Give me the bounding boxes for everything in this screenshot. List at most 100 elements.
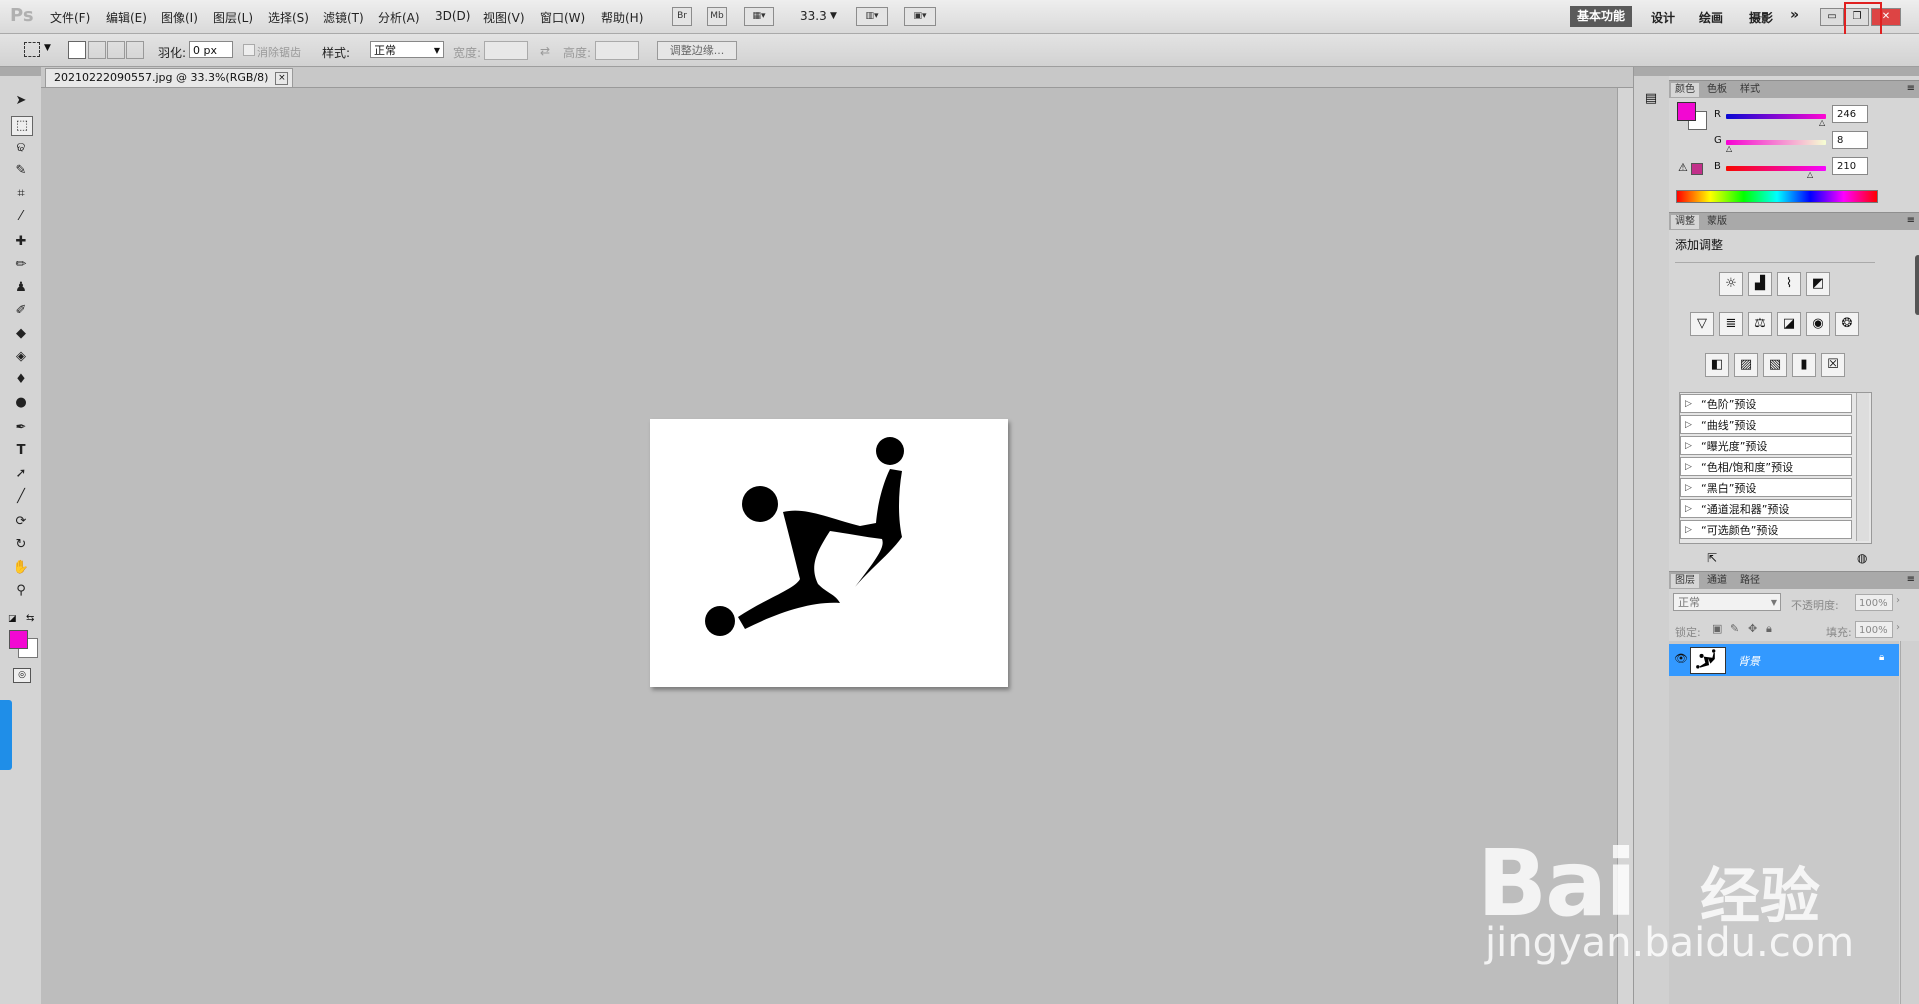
marquee-tool-icon[interactable]: ⬚ (11, 116, 33, 136)
zoom-tool-icon[interactable]: ⚲ (11, 582, 31, 600)
tab-masks[interactable]: 蒙版 (1703, 215, 1731, 229)
3d-rotate-tool-icon[interactable]: ⟳ (11, 513, 31, 531)
extras-button[interactable]: ▦▾ (744, 7, 774, 26)
menu-window[interactable]: 窗口(W) (540, 9, 585, 26)
tab-styles[interactable]: 样式 (1736, 83, 1764, 97)
crop-tool-icon[interactable]: ⌗ (11, 185, 31, 203)
marquee-tool-preset-icon[interactable] (24, 42, 40, 57)
exposure-icon[interactable]: ◩ (1806, 272, 1830, 296)
r-slider[interactable] (1726, 114, 1826, 119)
default-colors-icon[interactable]: ◪ (8, 614, 17, 624)
b-value-input[interactable]: 210 (1832, 157, 1868, 175)
path-selection-tool-icon[interactable]: ➚ (11, 465, 31, 483)
lock-image-icon[interactable]: ✎ (1730, 622, 1739, 635)
menu-image[interactable]: 图像(I) (161, 9, 198, 26)
clone-stamp-tool-icon[interactable]: ♟ (11, 279, 31, 297)
brightness-contrast-icon[interactable]: ☼ (1719, 272, 1743, 296)
invert-icon[interactable]: ◧ (1705, 353, 1729, 377)
eye-visibility-icon[interactable]: 👁︎ (1674, 652, 1688, 665)
height-input[interactable] (595, 41, 639, 60)
tab-channels[interactable]: 通道 (1703, 574, 1731, 588)
return-to-list-icon[interactable]: ⇱ (1707, 551, 1717, 565)
document-tab[interactable]: 20210222090557.jpg @ 33.3%(RGB/8) × (45, 68, 294, 87)
subtract-selection-button[interactable] (107, 41, 125, 59)
blend-mode-select[interactable]: 正常 ▼ (1673, 593, 1781, 611)
arrange-documents-button[interactable]: ▥▾ (856, 7, 888, 26)
r-slider-handle-icon[interactable]: △ (1819, 118, 1825, 127)
menu-3d[interactable]: 3D(D) (435, 9, 470, 23)
blur-tool-icon[interactable]: ♦ (11, 371, 31, 389)
tab-adjustments[interactable]: 调整 (1671, 215, 1699, 229)
panels-header[interactable] (1669, 67, 1919, 76)
history-panel-icon[interactable]: ▤ (1642, 91, 1660, 109)
zoom-dropdown-icon[interactable]: ▼ (830, 11, 837, 21)
posterize-icon[interactable]: ▨ (1734, 353, 1758, 377)
toolbar-header[interactable] (0, 67, 41, 76)
panel-resize-handle[interactable] (1915, 255, 1919, 315)
width-input[interactable] (484, 41, 528, 60)
pen-tool-icon[interactable]: ✒ (11, 419, 31, 437)
workspace-design[interactable]: 设计 (1651, 9, 1675, 26)
workspace-essentials[interactable]: 基本功能 (1570, 6, 1632, 27)
vibrance-icon[interactable]: ▽ (1690, 312, 1714, 336)
new-selection-button[interactable] (68, 41, 86, 59)
preset-selective-color[interactable]: ▷ “可选颜色”预设 (1680, 520, 1852, 539)
panel-menu-icon[interactable]: ≡ (1907, 574, 1915, 585)
tab-layers[interactable]: 图层 (1671, 574, 1699, 588)
curves-icon[interactable]: ⌇ (1777, 272, 1801, 296)
fill-arrow-icon[interactable]: › (1896, 622, 1900, 633)
intersect-selection-button[interactable] (126, 41, 144, 59)
fill-input[interactable]: 100% (1855, 621, 1893, 638)
preset-black-white[interactable]: ▷ “黑白”预设 (1680, 478, 1852, 497)
style-select[interactable]: 正常 ▼ (370, 41, 444, 58)
preset-dropdown-icon[interactable]: ▼ (44, 43, 51, 53)
photo-filter-icon[interactable]: ◉ (1806, 312, 1830, 336)
bridge-button[interactable]: Br (672, 7, 692, 26)
quick-mask-icon[interactable]: ◎ (13, 668, 31, 683)
line-tool-icon[interactable]: ╱ (11, 488, 31, 506)
gamut-warning-icon[interactable]: ⚠ (1678, 161, 1688, 174)
menu-help[interactable]: 帮助(H) (601, 9, 643, 26)
lasso-tool-icon[interactable]: ଢ (11, 139, 31, 157)
g-slider-handle-icon[interactable]: △ (1726, 144, 1732, 153)
lock-position-icon[interactable]: ✥ (1748, 622, 1757, 635)
mini-bridge-button[interactable]: Mb (707, 7, 727, 26)
clip-to-layer-icon[interactable]: ◍ (1857, 551, 1867, 565)
channel-mixer-icon[interactable]: ❂ (1835, 312, 1859, 336)
g-slider[interactable] (1726, 140, 1826, 145)
opacity-arrow-icon[interactable]: › (1896, 595, 1900, 606)
black-white-icon[interactable]: ◪ (1777, 312, 1801, 336)
hue-saturation-icon[interactable]: ≣ (1719, 312, 1743, 336)
lock-all-icon[interactable]: 🔒︎ (1766, 622, 1772, 636)
3d-orbit-tool-icon[interactable]: ↻ (11, 536, 31, 554)
preset-exposure[interactable]: ▷ “曝光度”预设 (1680, 436, 1852, 455)
menu-file[interactable]: 文件(F) (50, 9, 90, 26)
threshold-icon[interactable]: ▧ (1763, 353, 1787, 377)
preset-hue-saturation[interactable]: ▷ “色相/饱和度”预设 (1680, 457, 1852, 476)
quick-select-tool-icon[interactable]: ✎ (11, 162, 31, 180)
layers-scrollbar[interactable] (1900, 641, 1919, 1004)
workspace-more[interactable]: » (1790, 7, 1799, 23)
workspace-photography[interactable]: 摄影 (1749, 9, 1773, 26)
b-slider-handle-icon[interactable]: △ (1807, 170, 1813, 179)
icon-strip-header[interactable] (1634, 67, 1669, 76)
color-fg-swatch[interactable] (1677, 102, 1696, 121)
workspace-painting[interactable]: 绘画 (1699, 9, 1723, 26)
tab-paths[interactable]: 路径 (1736, 574, 1764, 588)
menu-view[interactable]: 视图(V) (483, 9, 525, 26)
type-tool-icon[interactable]: T (11, 442, 31, 460)
eyedropper-tool-icon[interactable]: ⁄ (11, 208, 31, 226)
menu-layer[interactable]: 图层(L) (213, 9, 253, 26)
history-brush-tool-icon[interactable]: ✐ (11, 302, 31, 320)
layer-name[interactable]: 背景 (1738, 653, 1760, 669)
dodge-tool-icon[interactable]: ● (11, 394, 31, 412)
gamut-swatch[interactable] (1691, 163, 1703, 175)
lock-transparent-icon[interactable]: ▣ (1712, 622, 1722, 635)
gradient-map-icon[interactable]: ▮ (1792, 353, 1816, 377)
paint-bucket-tool-icon[interactable]: ◈ (11, 348, 31, 366)
r-value-input[interactable]: 246 (1832, 105, 1868, 123)
selective-color-icon[interactable]: ☒ (1821, 353, 1845, 377)
panel-menu-icon[interactable]: ≡ (1907, 215, 1915, 226)
document-canvas[interactable] (650, 419, 1008, 687)
menu-filter[interactable]: 滤镜(T) (323, 9, 364, 26)
